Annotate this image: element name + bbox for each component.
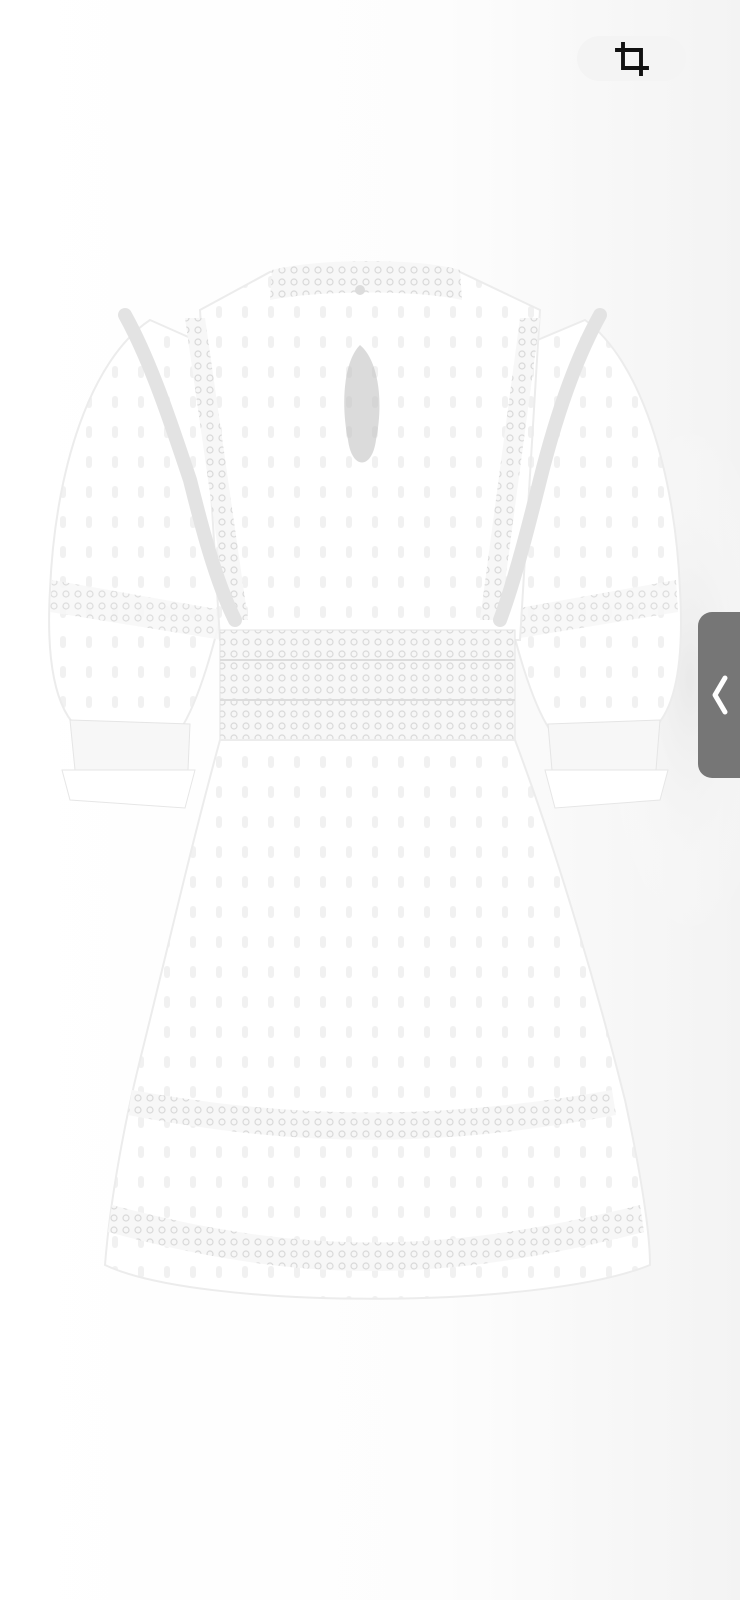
crop-icon	[614, 41, 649, 76]
skirt	[103, 739, 652, 1300]
chevron-left-icon	[712, 675, 728, 715]
crop-button[interactable]	[577, 36, 686, 81]
image-viewer	[0, 0, 740, 1600]
dress-photo	[48, 261, 740, 1300]
waistband	[219, 629, 516, 741]
side-panel-handle[interactable]	[698, 612, 740, 778]
